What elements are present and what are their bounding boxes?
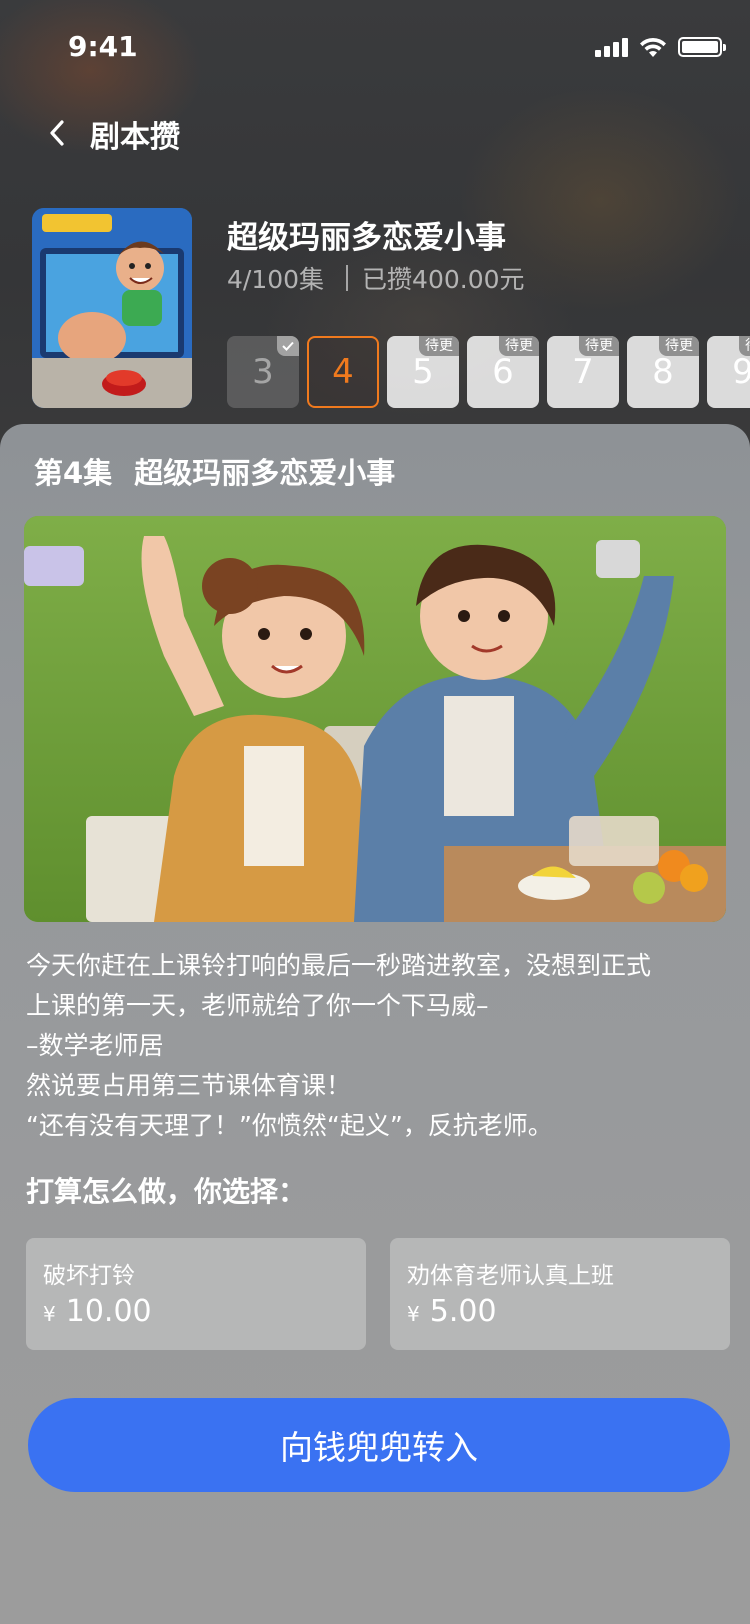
meta-divider <box>346 265 349 291</box>
choice-price: ¥ 10.00 <box>43 1294 152 1329</box>
battery-icon <box>678 37 726 57</box>
story-line: 然说要占用第三节课体育课！ <box>26 1071 352 1100</box>
pending-badge: 待更 <box>659 336 699 356</box>
episode-number: 4 <box>332 352 354 392</box>
episode-panel: 第4集 超级玛丽多恋爱小事 今天你赶在上课铃打响的最后一秒踏进教室，没想到正式 … <box>0 424 750 1624</box>
wifi-icon <box>640 37 666 57</box>
saved-amount: 已攒400.00元 <box>362 265 525 294</box>
episode-number: 8 <box>652 352 674 392</box>
episode-chip-3[interactable]: 3 <box>227 336 299 408</box>
episode-chip-5[interactable]: 5 待更 <box>387 336 459 408</box>
status-time: 9:41 <box>68 30 138 63</box>
status-icons <box>595 32 726 62</box>
story-line: –数学老师居 <box>26 1031 164 1060</box>
pending-badge: 待更 <box>739 336 750 356</box>
episode-scene-image <box>24 516 726 922</box>
episode-selector: 345待更6待更7待更8待更9待更 <box>227 336 750 408</box>
series-meta: 4/100集 已攒400.00元 <box>227 260 525 296</box>
episode-number: 7 <box>572 352 594 392</box>
currency-symbol: ¥ <box>43 1302 56 1326</box>
episode-story: 今天你赶在上课铃打响的最后一秒踏进教室，没想到正式 上课的第一天，老师就给了你一个… <box>26 946 726 1146</box>
choice-prompt: 打算怎么做，你选择： <box>26 1175 307 1208</box>
episode-number: 9 <box>732 352 750 392</box>
episode-chip-7[interactable]: 7 待更 <box>547 336 619 408</box>
choice-price: ¥ 5.00 <box>407 1294 497 1329</box>
choice-label: 破坏打铃 <box>43 1263 135 1289</box>
episode-number-label: 第4集 <box>34 456 113 490</box>
story-line: 上课的第一天，老师就给了你一个下马威– <box>26 991 489 1020</box>
choice-label: 劝体育老师认真上班 <box>407 1263 614 1289</box>
story-line: 今天你赶在上课铃打响的最后一秒踏进教室，没想到正式 <box>26 951 652 980</box>
back-arrow-icon[interactable] <box>44 116 72 150</box>
episode-title: 超级玛丽多恋爱小事 <box>134 456 396 490</box>
pending-badge: 待更 <box>579 336 619 356</box>
pending-badge: 待更 <box>419 336 459 356</box>
episode-number: 5 <box>412 352 434 392</box>
status-bar: 9:41 <box>0 0 750 96</box>
episode-chip-9[interactable]: 9待更 <box>707 336 750 408</box>
transfer-to-wallet-button[interactable]: 向钱兜兜转入 <box>28 1398 730 1492</box>
choice-amount: 5.00 <box>429 1294 497 1329</box>
choice-option-2[interactable]: 劝体育老师认真上班 ¥ 5.00 <box>390 1238 730 1350</box>
check-icon <box>277 336 299 356</box>
episode-progress: 4/100集 <box>227 265 325 294</box>
series-cover-image <box>32 208 192 408</box>
cellular-signal-icon <box>595 37 628 57</box>
episode-chip-6[interactable]: 6 待更 <box>467 336 539 408</box>
pending-badge: 待更 <box>499 336 539 356</box>
choice-amount: 10.00 <box>65 1294 152 1329</box>
story-line: “还有没有天理了！”你愤然“起义”，反抗老师。 <box>26 1111 553 1140</box>
currency-symbol: ¥ <box>407 1302 420 1326</box>
episode-number: 6 <box>492 352 514 392</box>
page-title: 剧本攒 <box>90 120 180 155</box>
episode-chip-4[interactable]: 4 <box>307 336 379 408</box>
episode-heading: 第4集 超级玛丽多恋爱小事 <box>34 450 395 492</box>
episode-number: 3 <box>252 352 274 392</box>
episode-chip-8[interactable]: 8 待更 <box>627 336 699 408</box>
series-title: 超级玛丽多恋爱小事 <box>227 220 506 256</box>
nav-bar: 剧本攒 <box>0 96 750 168</box>
choice-option-1[interactable]: 破坏打铃 ¥ 10.00 <box>26 1238 366 1350</box>
